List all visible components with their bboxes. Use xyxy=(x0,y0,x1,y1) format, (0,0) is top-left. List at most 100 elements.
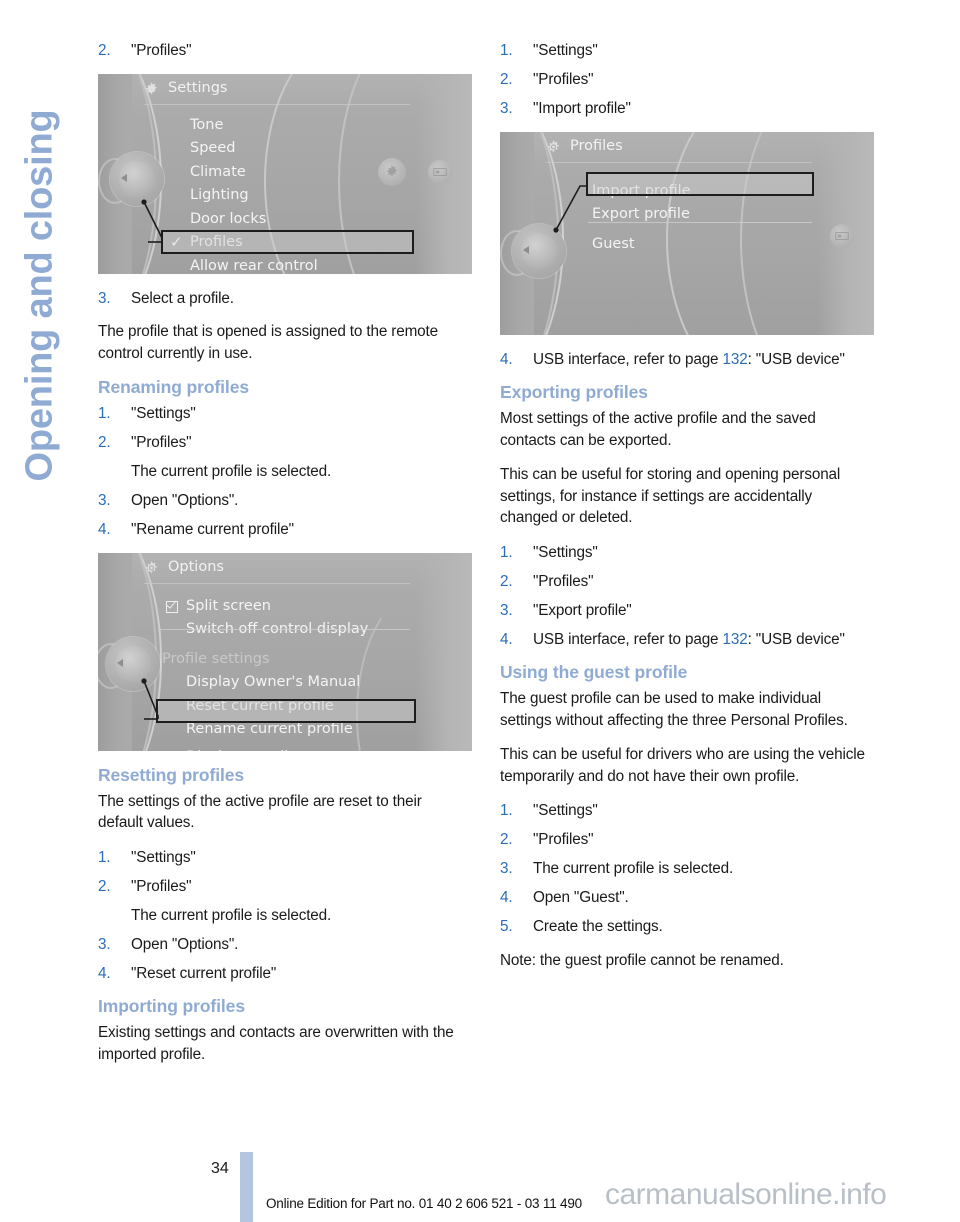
step-list-renaming: 1. "Settings" 2. "Profiles" The current pr… xyxy=(98,403,470,541)
list-number: 4. xyxy=(500,630,513,648)
list-item: 4. "Reset current profile" xyxy=(98,963,470,985)
menu-item[interactable]: Door locks xyxy=(98,208,472,232)
list-text: Open "Options". xyxy=(131,935,239,953)
list-text: "Settings" xyxy=(533,42,598,59)
list-item: 2. "Profiles" xyxy=(98,432,470,454)
list-text: "Import profile" xyxy=(533,100,631,117)
list-item: 3. Open "Options". xyxy=(98,490,470,512)
list-item: 1. "Settings" xyxy=(500,40,872,62)
list-item: 2. "Profiles" xyxy=(98,40,470,62)
list-text: Open "Options". xyxy=(131,492,239,509)
page-reference[interactable]: 132 xyxy=(723,351,748,368)
profiles-button-icon[interactable] xyxy=(378,157,406,186)
arrow-left-icon xyxy=(523,246,529,254)
idrive-screenshot-settings: Settings Tone Speed Climate Lighting Doo… xyxy=(98,73,472,274)
list-item: 1. "Settings" xyxy=(500,542,872,564)
menu-item-label: Display Owner's Manual xyxy=(186,674,361,690)
arrow-right-icon xyxy=(98,174,99,182)
screen-title: Profiles xyxy=(570,137,623,154)
list-item: 3. The current profile is selected. xyxy=(500,858,872,880)
menu-item-label: Profile settings xyxy=(162,650,270,667)
page-number: 34 xyxy=(211,1160,229,1177)
menu-item[interactable]: Speed xyxy=(98,137,472,161)
screen-glyph xyxy=(433,167,447,176)
list-number: 4. xyxy=(500,889,513,906)
list-item: 4. Open "Guest". xyxy=(500,887,872,909)
menu-separator xyxy=(158,628,410,630)
selection-highlight xyxy=(156,698,416,723)
list-text: "Settings" xyxy=(131,848,196,866)
watermark: carmanualsonline.info xyxy=(605,1178,887,1211)
menu-item-split-screen[interactable]: Split screen xyxy=(98,595,472,619)
list-item: 4. USB interface, refer to page 132: "US… xyxy=(500,629,872,651)
menu-item-label: Speed xyxy=(190,140,236,156)
list-text: The current profile is selected. xyxy=(131,906,332,924)
list-number: 1. xyxy=(500,802,513,819)
screen-header-rule xyxy=(546,161,812,163)
paragraph-assigned: The profile that is opened is assigned t… xyxy=(98,323,438,362)
screen-header: Profiles xyxy=(500,132,874,162)
list-item: 1. "Settings" xyxy=(98,403,470,425)
list-number: 1. xyxy=(500,543,513,561)
list-text-post: : "USB device" xyxy=(747,630,845,648)
chapter-tab: Opening and closing xyxy=(0,0,92,1130)
list-text: The current profile is selected. xyxy=(131,463,332,480)
step-list-usb-import: 4. USB interface, refer to page 132: "US… xyxy=(500,349,872,371)
checkbox-icon xyxy=(166,601,178,613)
list-number: 3. xyxy=(98,289,111,307)
list-number: 1. xyxy=(98,405,111,422)
page-reference[interactable]: 132 xyxy=(723,631,748,648)
gear-glyph xyxy=(387,165,397,176)
list-item: 3. "Import profile" xyxy=(500,98,872,120)
list-text: Create the settings. xyxy=(533,918,663,935)
list-number: 3. xyxy=(500,100,513,117)
list-item: 4. "Rename current profile" xyxy=(98,519,470,541)
menu-item-label: Door locks xyxy=(190,210,267,227)
list-item: 3. "Export profile" xyxy=(500,600,872,622)
list-item: 4. USB interface, refer to page 132: "US… xyxy=(500,349,872,371)
list-item: 3. Select a profile. xyxy=(98,288,470,310)
list-number: 1. xyxy=(500,42,513,59)
menu-item-label: Split screen xyxy=(186,597,271,614)
list-text-pre: USB interface, refer to page xyxy=(533,350,723,368)
screen-title: Settings xyxy=(168,79,228,96)
menu-item-label: Allow rear control xyxy=(190,257,318,274)
list-text: "Profiles" xyxy=(131,42,192,59)
list-number: 2. xyxy=(98,877,111,895)
list-number: 5. xyxy=(500,918,513,935)
screen-header: Options xyxy=(98,553,472,583)
idrive-screenshot-options: Options Split screen Switch off control … xyxy=(98,552,472,751)
list-text: Select a profile. xyxy=(131,289,234,307)
list-item: 2. "Profiles" xyxy=(500,571,872,593)
list-text: Open "Guest". xyxy=(533,889,629,906)
menu-item-label: Climate xyxy=(190,163,246,180)
menu-item-label: Switch off control display xyxy=(186,621,369,637)
step-list-resetting: 1. "Settings" 2. "Profiles" The current pr… xyxy=(98,847,470,985)
list-item: 2. "Profiles" xyxy=(500,69,872,91)
list-number: 2. xyxy=(500,71,513,88)
selection-highlight xyxy=(586,171,814,196)
list-item: 2. "Profiles" xyxy=(98,876,470,898)
screen-header-rule xyxy=(144,582,410,584)
list-text-pre: USB interface, refer to page xyxy=(533,630,723,648)
idrive-screenshot-profiles: Profiles Import profile Export profile G… xyxy=(500,131,874,335)
menu-item[interactable]: Tone xyxy=(98,114,472,138)
step-list-import: 1. "Settings" 2. "Profiles" 3. "Import prof… xyxy=(500,40,872,120)
list-number: 3. xyxy=(98,492,111,509)
paragraph-guest-1: The guest profile can be used to make in… xyxy=(500,690,848,729)
menu-item[interactable]: Switch off control display xyxy=(98,618,472,642)
list-number: 2. xyxy=(98,42,111,59)
menu-item-export-profile[interactable]: Export profile xyxy=(500,203,874,227)
right-column: 1. "Settings" 2. "Profiles" 3. "Import prof… xyxy=(500,40,874,984)
heading-importing-profiles: Importing profiles xyxy=(98,996,245,1016)
menu-item-user-list[interactable]: Display user list at startup xyxy=(98,746,472,751)
display-button-icon[interactable] xyxy=(830,223,854,248)
menu-item[interactable]: Allow rear control xyxy=(98,255,472,274)
list-text: "Profiles" xyxy=(533,71,594,88)
paragraph-exporting-2: This can be useful for storing and openi… xyxy=(500,466,841,526)
display-button-icon[interactable] xyxy=(428,159,452,184)
screen-title: Options xyxy=(168,558,224,575)
arrow-right-icon xyxy=(500,246,501,254)
list-item: 2. "Profiles" xyxy=(500,829,872,851)
menu-item-label: Export profile xyxy=(592,206,690,222)
